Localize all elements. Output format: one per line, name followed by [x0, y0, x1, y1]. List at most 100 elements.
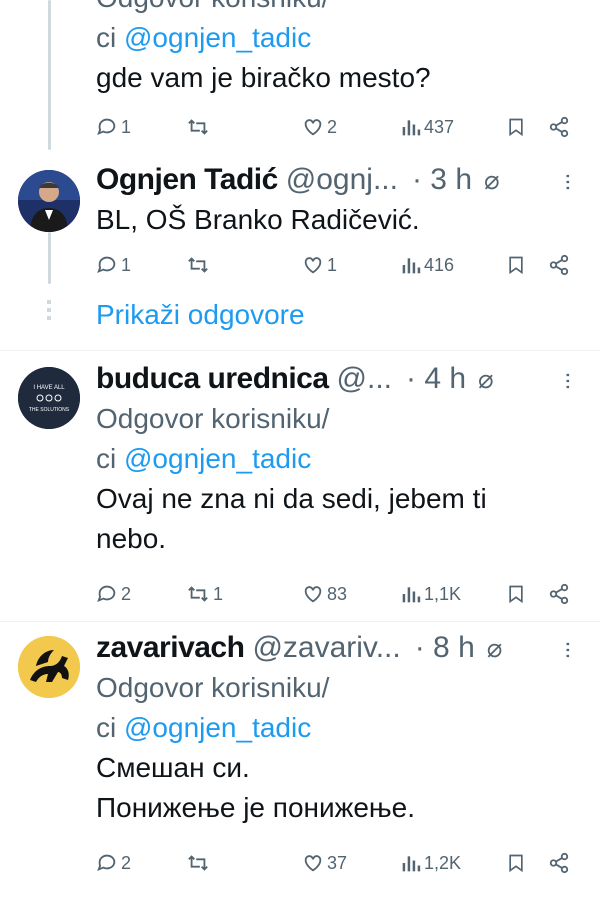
share-button[interactable]	[548, 254, 570, 276]
grok-icon[interactable]: ⌀	[487, 628, 503, 668]
tweet-time[interactable]: · 8 h	[415, 628, 475, 668]
show-replies-link[interactable]: Prikaži odgovore	[96, 297, 305, 333]
retweet-button[interactable]	[186, 116, 213, 138]
bookmark-button[interactable]	[506, 852, 526, 874]
reply-button[interactable]: 1	[96, 116, 131, 138]
reply-count: 2	[121, 583, 132, 604]
tweet[interactable]: Ognjen Tadić @ognj... · 3 h ⌀ BL, OŠ Bra…	[0, 150, 600, 290]
grok-icon[interactable]: ⌀	[478, 359, 494, 399]
tweet[interactable]: Odgovor korisniku/ ci @ognjen_tadic gde …	[0, 0, 600, 150]
like-count: 37	[327, 852, 348, 873]
avatar-photo	[18, 170, 80, 232]
views-button[interactable]: 416	[401, 254, 454, 276]
share-button[interactable]	[548, 116, 570, 138]
views-count: 1,1K	[424, 583, 462, 604]
share-icon	[549, 852, 569, 874]
reply-to-prefix: ci	[96, 443, 124, 474]
retweet-button[interactable]	[186, 254, 213, 276]
like-button[interactable]: 2	[302, 116, 337, 138]
avatar[interactable]	[18, 636, 80, 698]
reply-to-line: ci @ognjen_tadic	[96, 708, 588, 748]
reply-icon	[97, 118, 116, 136]
views-icon	[402, 120, 421, 136]
like-count: 2	[327, 116, 338, 137]
author-handle[interactable]: @zavariv...	[252, 628, 400, 668]
reply-button[interactable]: 2	[96, 852, 131, 874]
retweet-button[interactable]: 1	[186, 583, 223, 605]
tweet[interactable]: I HAVE ALL THE SOLUTIONS buduca urednica…	[0, 351, 600, 621]
avatar-photo	[18, 636, 80, 698]
reply-to-line: ci @ognjen_tadic	[96, 18, 588, 58]
bookmark-icon	[509, 118, 523, 137]
avatar-text: THE SOLUTIONS	[29, 407, 70, 413]
tweet-header: buduca urednica @... · 4 h ⌀	[96, 359, 588, 399]
views-icon	[402, 856, 421, 872]
tweet-text: Понижење је понижење.	[96, 792, 416, 823]
views-button[interactable]: 1,1K	[401, 583, 461, 605]
retweet-icon	[188, 257, 208, 273]
tweet-text: gde vam je biračko mesto?	[96, 62, 431, 93]
mention-link[interactable]: @ognjen_tadic	[124, 443, 311, 474]
share-icon	[549, 116, 569, 138]
author-name[interactable]: buduca urednica	[96, 359, 329, 399]
avatar-text: I HAVE ALL	[33, 385, 65, 391]
views-icon	[402, 587, 421, 603]
share-button[interactable]	[548, 583, 570, 605]
views-icon	[402, 258, 421, 274]
reply-to-prefix: ci	[96, 712, 124, 743]
tweet-text: Ovaj ne zna ni da sedi, jebem ti	[96, 483, 487, 514]
bookmark-icon	[509, 585, 523, 604]
reply-to-line: Odgovor korisniku/	[96, 0, 588, 18]
tweet-header: zavarivach @zavariv... · 8 h ⌀	[96, 628, 588, 668]
like-icon	[304, 119, 322, 136]
bookmark-button[interactable]	[506, 254, 526, 276]
author-name[interactable]: Ognjen Tadić	[96, 160, 278, 200]
views-button[interactable]: 1,2K	[401, 852, 461, 874]
thread-dots	[47, 300, 51, 324]
bookmark-button[interactable]	[506, 116, 526, 138]
like-icon	[304, 855, 322, 872]
tweet-time[interactable]: · 3 h	[412, 160, 472, 200]
reply-count: 1	[121, 116, 132, 137]
more-icon[interactable]: ···	[554, 172, 582, 190]
like-button[interactable]: 37	[302, 852, 347, 874]
mention-link[interactable]: @ognjen_tadic	[124, 22, 311, 53]
author-handle[interactable]: @ognj...	[286, 160, 398, 200]
tweet-text: Смешан си.	[96, 752, 250, 783]
avatar[interactable]	[18, 170, 80, 232]
like-icon	[304, 257, 322, 274]
tweet[interactable]: zavarivach @zavariv... · 8 h ⌀ Odgovor k…	[0, 622, 600, 900]
views-count: 437	[424, 116, 455, 137]
more-icon[interactable]: ···	[554, 640, 582, 658]
avatar-photo: I HAVE ALL THE SOLUTIONS	[18, 367, 80, 429]
reply-count: 2	[121, 852, 132, 873]
share-button[interactable]	[548, 852, 570, 874]
views-count: 1,2K	[424, 852, 462, 873]
grok-icon[interactable]: ⌀	[484, 160, 500, 200]
retweet-button[interactable]	[186, 852, 213, 874]
tweet-text: nebo.	[96, 523, 167, 554]
reply-to-line: Odgovor korisniku/	[96, 403, 330, 434]
bookmark-button[interactable]	[506, 583, 526, 605]
like-button[interactable]: 1	[302, 254, 337, 276]
views-count: 416	[424, 254, 455, 275]
reply-button[interactable]: 1	[96, 254, 131, 276]
reply-to-line: Odgovor korisniku/	[96, 672, 330, 703]
bookmark-icon	[509, 854, 523, 873]
like-button[interactable]: 83	[302, 583, 347, 605]
reply-to-line: ci @ognjen_tadic	[96, 439, 588, 479]
retweet-count: 1	[213, 583, 224, 604]
reply-icon	[97, 256, 116, 274]
tweet-time[interactable]: · 4 h	[406, 359, 466, 399]
share-icon	[549, 583, 569, 605]
reply-button[interactable]: 2	[96, 583, 131, 605]
more-icon[interactable]: ···	[554, 371, 582, 389]
tweet-header: Ognjen Tadić @ognj... · 3 h ⌀	[96, 160, 588, 200]
views-button[interactable]: 437	[401, 116, 454, 138]
bookmark-icon	[509, 256, 523, 275]
author-name[interactable]: zavarivach	[96, 628, 245, 668]
mention-link[interactable]: @ognjen_tadic	[124, 712, 311, 743]
author-handle[interactable]: @...	[337, 359, 392, 399]
avatar[interactable]: I HAVE ALL THE SOLUTIONS	[18, 367, 80, 429]
tweet-text: BL, OŠ Branko Radičević.	[96, 204, 420, 235]
